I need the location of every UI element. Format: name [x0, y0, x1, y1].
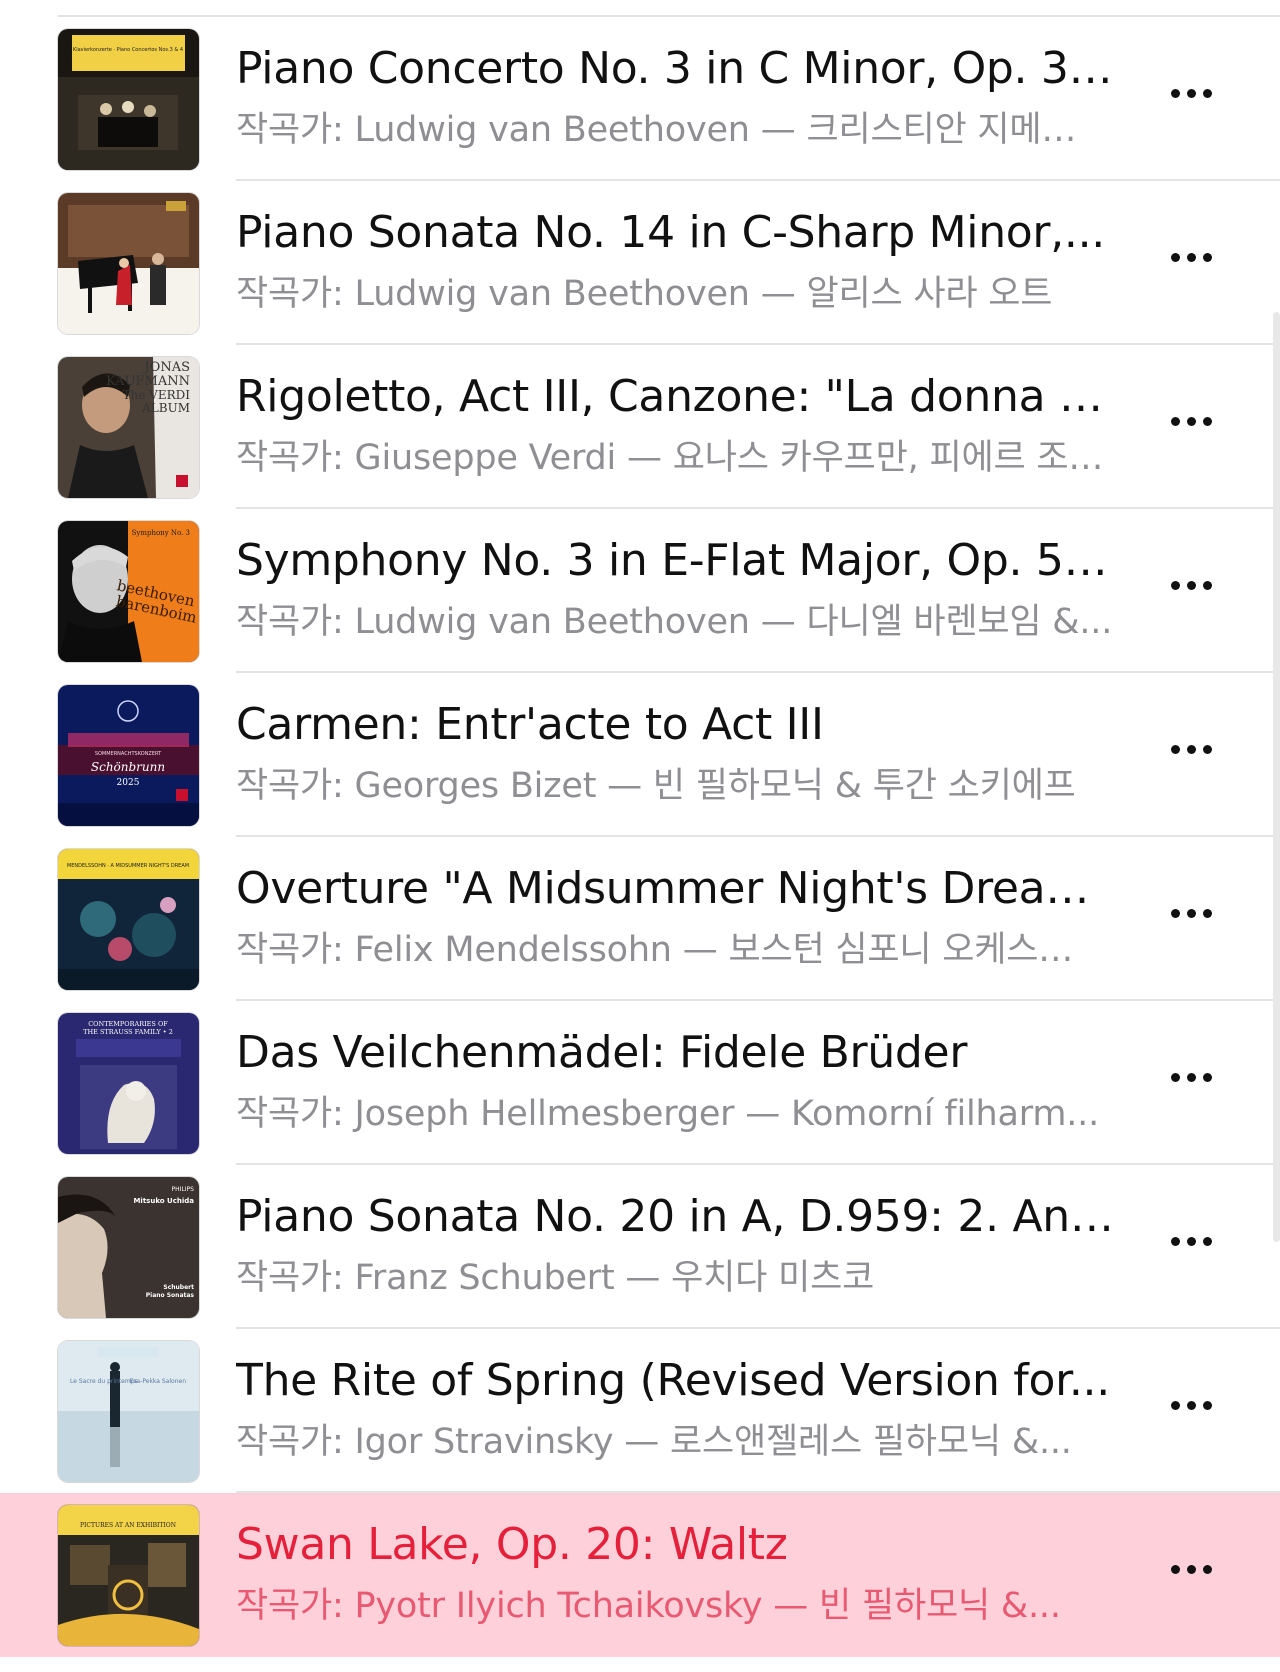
cover-label: Esa-Pekka Salonen [130, 1378, 187, 1385]
more-options-button[interactable] [1162, 401, 1220, 441]
album-artwork [58, 193, 199, 334]
track-subtitle: 작곡가: Ludwig van Beethoven — 알리스 사라 오트 [236, 274, 1053, 314]
cover-label: KAUFMANN [106, 374, 190, 389]
track-subtitle: 작곡가: Franz Schubert — 우치다 미츠코 [236, 1258, 875, 1298]
more-icon [1170, 252, 1180, 262]
more-options-button[interactable] [1162, 729, 1220, 769]
track-title: Piano Sonata No. 20 in A, D.959: 2. And.… [236, 1191, 1116, 1242]
cover-label: CONTEMPORARIES OF [88, 1020, 168, 1028]
album-artwork: Klavierkonzerte · Piano Concertos Nos.3 … [58, 29, 199, 170]
track-title: The Rite of Spring (Revised Version for.… [236, 1355, 1110, 1406]
track-row[interactable]: Piano Sonata No. 14 in C-Sharp Minor,...… [0, 181, 1280, 345]
track-row[interactable]: MENDELSSOHN · A MIDSUMMER NIGHT'S DREAM … [0, 837, 1280, 1001]
more-icon [1170, 1400, 1180, 1410]
more-icon [1170, 580, 1180, 590]
more-icon [1170, 908, 1180, 918]
album-artwork: SOMMERNACHTSKONZERT Schönbrunn 2025 [58, 685, 199, 826]
more-options-button[interactable] [1162, 565, 1220, 605]
more-options-button[interactable] [1162, 237, 1220, 277]
cover-label: ALBUM [141, 401, 190, 415]
more-icon [1170, 744, 1180, 754]
track-title: Rigoletto, Act III, Canzone: "La donna è… [236, 371, 1116, 422]
track-subtitle: 작곡가: Joseph Hellmesberger — Komorní filh… [236, 1094, 1100, 1134]
cover-label: THE STRAUSS FAMILY • 2 [83, 1028, 173, 1036]
track-title: Das Veilchenmädel: Fidele Brüder [236, 1027, 968, 1078]
more-options-button[interactable] [1162, 1221, 1220, 1261]
track-subtitle: 작곡가: Felix Mendelssohn — 보스턴 심포니 오케스… [236, 930, 1074, 970]
more-options-button[interactable] [1162, 1549, 1220, 1589]
track-title: Overture "A Midsummer Night's Dream"... [236, 863, 1116, 914]
track-row[interactable]: CONTEMPORARIES OF THE STRAUSS FAMILY • 2… [0, 1001, 1280, 1165]
track-title: Swan Lake, Op. 20: Waltz [236, 1519, 788, 1570]
track-title: Piano Concerto No. 3 in C Minor, Op. 37.… [236, 43, 1116, 94]
cover-label: SOMMERNACHTSKONZERT [95, 751, 162, 757]
album-artwork: MENDELSSOHN · A MIDSUMMER NIGHT'S DREAM [58, 849, 199, 990]
album-artwork: PICTURES AT AN EXHIBITION [58, 1505, 199, 1646]
track-subtitle: 작곡가: Igor Stravinsky — 로스앤젤레스 필하모닉 &... [236, 1422, 1072, 1462]
track-row[interactable]: PHILIPS Mitsuko Uchida Schubert Piano So… [0, 1165, 1280, 1329]
more-icon [1170, 1236, 1180, 1246]
cover-label: PICTURES AT AN EXHIBITION [80, 1522, 176, 1529]
more-icon [1170, 88, 1180, 98]
cover-label: PHILIPS [172, 1186, 195, 1193]
cover-label: The VERDI [123, 388, 191, 402]
cover-label: JONAS [142, 360, 190, 375]
more-options-button[interactable] [1162, 73, 1220, 113]
track-subtitle: 작곡가: Ludwig van Beethoven — 다니엘 바렌보임 &..… [236, 602, 1113, 642]
more-icon [1170, 416, 1180, 426]
track-subtitle: 작곡가: Georges Bizet — 빈 필하모닉 & 투간 소키에프 [236, 766, 1076, 806]
cover-label: Mitsuko Uchida [133, 1197, 194, 1205]
track-row[interactable]: SOMMERNACHTSKONZERT Schönbrunn 2025 Carm… [0, 673, 1280, 837]
track-title: Symphony No. 3 in E-Flat Major, Op. 55,.… [236, 535, 1116, 586]
track-row[interactable]: JONAS KAUFMANN The VERDI ALBUM Rigoletto… [0, 345, 1280, 509]
cover-label: 2025 [117, 778, 140, 788]
track-row[interactable]: Klavierkonzerte · Piano Concertos Nos.3 … [0, 17, 1280, 181]
more-options-button[interactable] [1162, 1057, 1220, 1097]
track-subtitle: 작곡가: Pyotr Ilyich Tchaikovsky — 빈 필하모닉 &… [236, 1586, 1061, 1626]
track-subtitle: 작곡가: Giuseppe Verdi — 요나스 카우프만, 피에르 조… [236, 438, 1104, 478]
album-artwork: PHILIPS Mitsuko Uchida Schubert Piano So… [58, 1177, 199, 1318]
cover-label: Le Sacre du printemps [70, 1378, 138, 1385]
track-row[interactable]: Symphony No. 3 beethoven barenboim Symph… [0, 509, 1280, 673]
track-row-now-playing[interactable]: PICTURES AT AN EXHIBITION Swan Lake, Op.… [0, 1493, 1280, 1657]
cover-label: Piano Sonatas [146, 1292, 195, 1299]
more-icon [1170, 1072, 1180, 1082]
track-subtitle: 작곡가: Ludwig van Beethoven — 크리스티안 지메… [236, 110, 1077, 150]
more-options-button[interactable] [1162, 893, 1220, 933]
album-artwork: Symphony No. 3 beethoven barenboim [58, 521, 199, 662]
scrollbar[interactable] [1273, 312, 1280, 1242]
cover-label: Schubert [163, 1284, 194, 1291]
cover-label: Schönbrunn [91, 760, 165, 774]
track-title: Carmen: Entr'acte to Act III [236, 699, 824, 750]
album-artwork: CONTEMPORARIES OF THE STRAUSS FAMILY • 2 [58, 1013, 199, 1154]
album-artwork: Le Sacre du printemps Esa-Pekka Salonen [58, 1341, 199, 1482]
track-title: Piano Sonata No. 14 in C-Sharp Minor,... [236, 207, 1105, 258]
more-options-button[interactable] [1162, 1385, 1220, 1425]
album-artwork: JONAS KAUFMANN The VERDI ALBUM [58, 357, 199, 498]
more-icon [1170, 1564, 1180, 1574]
track-row[interactable]: Le Sacre du printemps Esa-Pekka Salonen … [0, 1329, 1280, 1493]
cover-label: Symphony No. 3 [132, 529, 190, 537]
cover-label: MENDELSSOHN · A MIDSUMMER NIGHT'S DREAM [67, 863, 189, 869]
cover-label: Klavierkonzerte · Piano Concertos Nos.3 … [73, 47, 183, 53]
